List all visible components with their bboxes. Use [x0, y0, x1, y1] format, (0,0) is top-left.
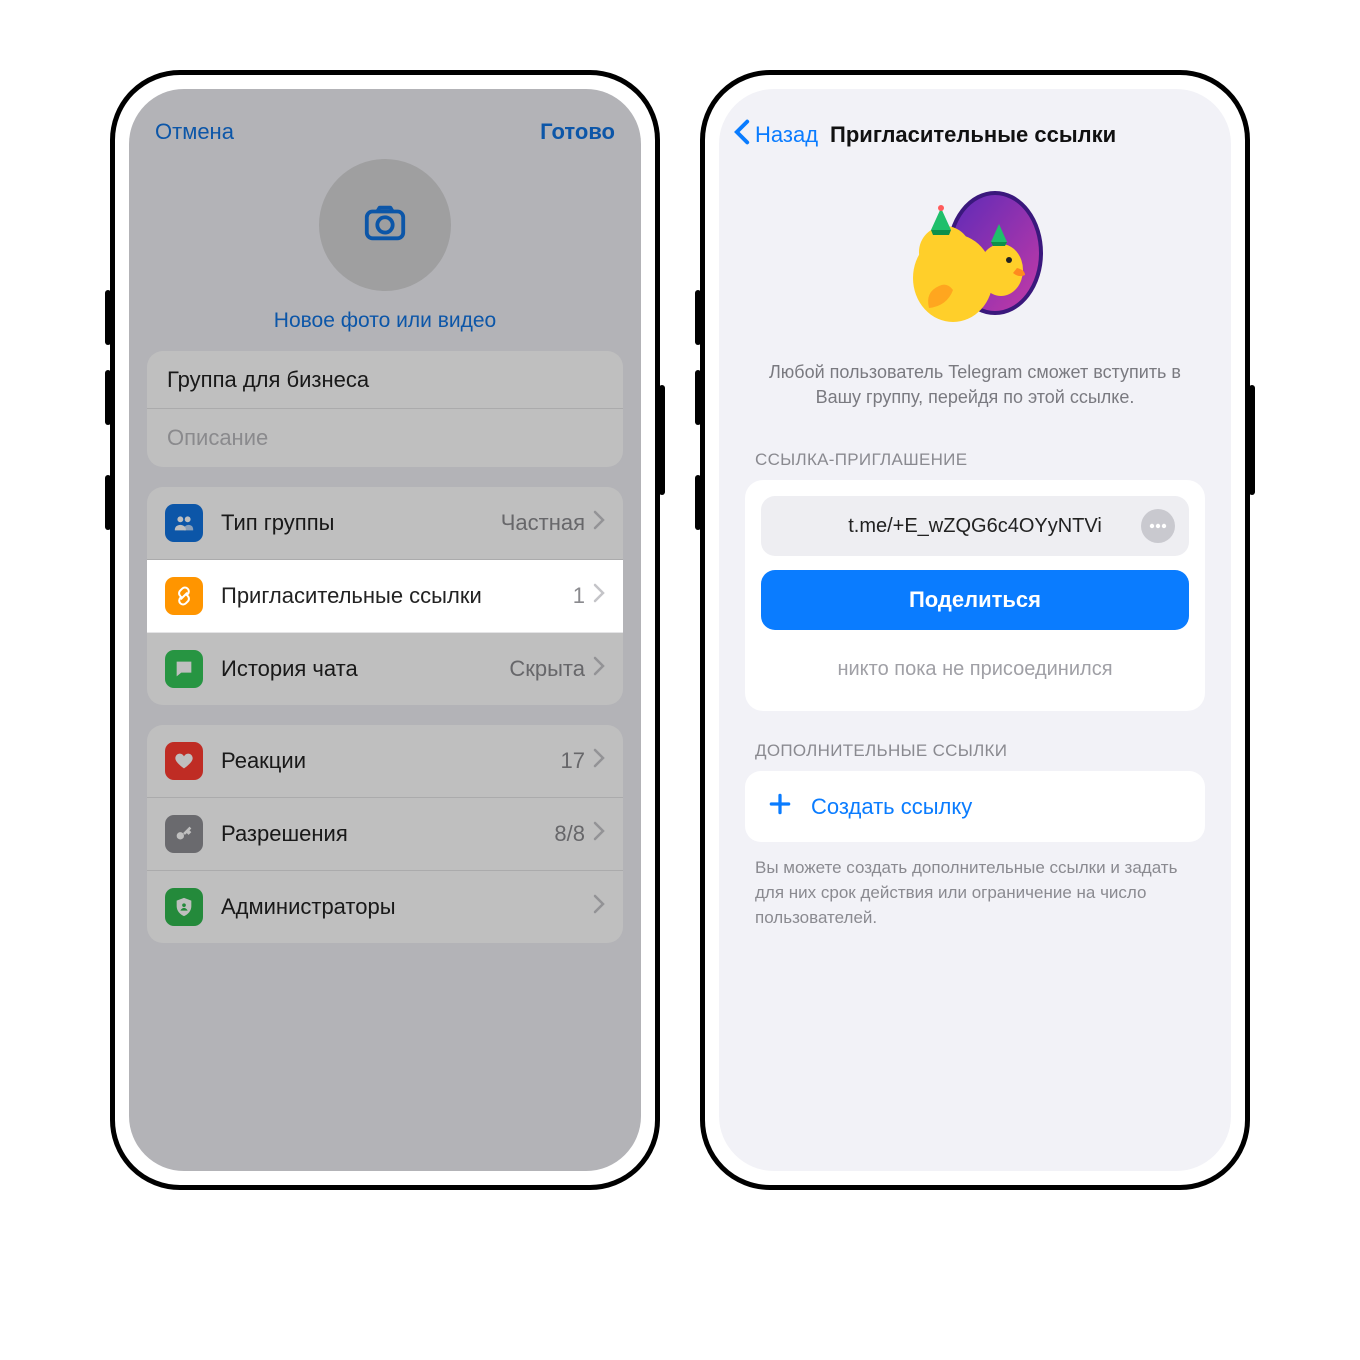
row-label: Администраторы	[221, 894, 593, 920]
phone-right: Назад Пригласительные ссылки	[700, 70, 1250, 1190]
row-chat-history[interactable]: История чата Скрыта	[147, 633, 623, 705]
hero-section: Любой пользователь Telegram сможет вступ…	[719, 162, 1231, 420]
row-label: Разрешения	[221, 821, 554, 847]
group-desc-input[interactable]	[167, 409, 603, 467]
section-header-extra: ДОПОЛНИТЕЛЬНЫЕ ССЫЛКИ	[719, 711, 1231, 771]
hero-caption: Любой пользователь Telegram сможет вступ…	[719, 360, 1231, 410]
create-link-button[interactable]: Создать ссылку	[745, 771, 1205, 842]
row-label: Пригласительные ссылки	[221, 583, 573, 609]
avatar-placeholder[interactable]	[319, 159, 451, 291]
back-button[interactable]: Назад	[755, 122, 818, 148]
row-value: 1	[573, 583, 585, 609]
section-header-invite: ССЫЛКА-ПРИГЛАШЕНИЕ	[719, 420, 1231, 480]
chevron-right-icon	[593, 583, 605, 609]
chevron-right-icon	[593, 821, 605, 847]
key-icon	[165, 815, 203, 853]
footer-note: Вы можете создать дополнительные ссылки …	[719, 842, 1231, 930]
avatar-section: Новое фото или видео	[129, 155, 641, 351]
phone-left: Отмена Готово Новое фото или видео	[110, 70, 660, 1190]
new-photo-button[interactable]: Новое фото или видео	[129, 309, 641, 333]
page-title: Пригласительные ссылки	[830, 122, 1116, 148]
nobody-joined-text: никто пока не присоединился	[761, 648, 1189, 695]
chevron-left-icon[interactable]	[733, 119, 751, 150]
group-name-input-row[interactable]	[147, 351, 623, 409]
badge-icon	[165, 888, 203, 926]
chevron-right-icon	[593, 510, 605, 536]
group-desc-input-row[interactable]	[147, 409, 623, 467]
chevron-right-icon	[593, 656, 605, 682]
more-options-button[interactable]	[1141, 509, 1175, 543]
camera-icon	[362, 200, 408, 251]
group-icon	[165, 504, 203, 542]
name-desc-block	[147, 351, 623, 467]
cancel-button[interactable]: Отмена	[155, 119, 234, 145]
plus-icon	[767, 791, 793, 822]
navbar: Назад Пригласительные ссылки	[719, 89, 1231, 162]
invite-link-text: t.me/+E_wZQG6c4OYyNTVi	[848, 515, 1102, 538]
row-value: Скрыта	[509, 656, 585, 682]
row-label: История чата	[221, 656, 509, 682]
invite-link-field[interactable]: t.me/+E_wZQG6c4OYyNTVi	[761, 496, 1189, 556]
chat-icon	[165, 650, 203, 688]
duck-mirror-icon	[895, 178, 1055, 338]
row-group-type[interactable]: Тип группы Частная	[147, 487, 623, 560]
invite-link-card: t.me/+E_wZQG6c4OYyNTVi Поделиться никто …	[745, 480, 1205, 711]
row-value: Частная	[501, 510, 585, 536]
done-button[interactable]: Готово	[540, 119, 615, 145]
row-permissions[interactable]: Разрешения 8/8	[147, 798, 623, 871]
chevron-right-icon	[593, 748, 605, 774]
screen-edit-group: Отмена Готово Новое фото или видео	[129, 89, 641, 1171]
row-value: 8/8	[554, 821, 585, 847]
chevron-right-icon	[593, 894, 605, 920]
heart-icon	[165, 742, 203, 780]
settings-block-1: Тип группы Частная Пригласительные ссылк…	[147, 487, 623, 705]
row-admins[interactable]: Администраторы	[147, 871, 623, 943]
row-label: Тип группы	[221, 510, 501, 536]
create-link-label: Создать ссылку	[811, 794, 972, 820]
share-button[interactable]: Поделиться	[761, 570, 1189, 630]
navbar: Отмена Готово	[129, 89, 641, 155]
group-name-input[interactable]	[167, 351, 603, 408]
settings-block-2: Реакции 17 Разрешения 8/8	[147, 725, 623, 943]
row-value: 17	[561, 748, 585, 774]
row-reactions[interactable]: Реакции 17	[147, 725, 623, 798]
row-invite-links[interactable]: Пригласительные ссылки 1	[147, 560, 623, 633]
screen-invite-links: Назад Пригласительные ссылки	[719, 89, 1231, 1171]
row-label: Реакции	[221, 748, 561, 774]
link-icon	[165, 577, 203, 615]
